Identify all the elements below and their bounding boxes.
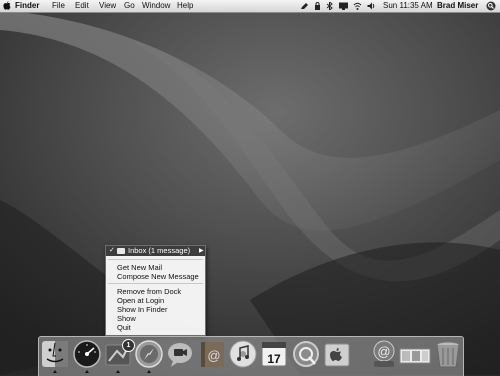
running-indicator <box>53 370 57 373</box>
quicktime-icon[interactable] <box>291 339 321 369</box>
running-indicator <box>116 370 120 373</box>
finder-app-menu[interactable]: Finder <box>15 0 39 12</box>
help-menu[interactable]: Help <box>177 0 193 12</box>
dock-context-menu: ✓ Inbox (1 message) ▶ Get New Mail Compo… <box>105 245 206 336</box>
documents-stack-icon[interactable] <box>398 339 432 369</box>
menu-item-show[interactable]: Show <box>117 314 136 323</box>
network-icon[interactable]: @ <box>369 339 399 369</box>
menu-item-inbox[interactable]: ✓ Inbox (1 message) ▶ <box>106 246 205 256</box>
running-indicator <box>147 370 151 373</box>
go-menu[interactable]: Go <box>124 0 135 12</box>
menu-separator <box>108 259 203 260</box>
menu-item-get-new-mail[interactable]: Get New Mail <box>117 263 162 272</box>
running-indicator <box>85 370 89 373</box>
view-menu[interactable]: View <box>99 0 116 12</box>
display-icon[interactable] <box>338 2 349 10</box>
menu-bar: Finder File Edit View Go Window Help Sun… <box>0 0 500 13</box>
address-book-icon[interactable]: @ <box>198 339 228 369</box>
spotlight-icon[interactable] <box>486 1 496 11</box>
airport-icon[interactable] <box>353 2 362 10</box>
ical-icon[interactable]: 17 <box>259 339 289 369</box>
svg-text:@: @ <box>377 344 390 359</box>
checkmark-icon: ✓ <box>109 247 115 254</box>
menu-clock[interactable]: Sun 11:35 AM <box>383 0 433 12</box>
menu-item-inbox-label: Inbox (1 message) <box>128 246 191 255</box>
edit-menu[interactable]: Edit <box>75 0 89 12</box>
apple-menu-icon[interactable] <box>3 1 11 10</box>
menu-separator <box>108 283 203 284</box>
system-preferences-icon[interactable] <box>322 339 352 369</box>
submenu-arrow-icon: ▶ <box>199 248 204 254</box>
trash-icon[interactable] <box>433 339 463 369</box>
menu-item-open-at-login[interactable]: Open at Login <box>117 296 164 305</box>
safari-icon[interactable] <box>134 339 164 369</box>
keychain-lock-icon[interactable] <box>313 2 322 10</box>
volume-icon[interactable] <box>367 2 376 10</box>
dashboard-icon[interactable] <box>72 339 102 369</box>
menu-item-remove-from-dock[interactable]: Remove from Dock <box>117 287 181 296</box>
menu-item-show-in-finder[interactable]: Show In Finder <box>117 305 167 314</box>
user-menu[interactable]: Brad Miser <box>437 0 478 12</box>
window-menu[interactable]: Window <box>142 0 170 12</box>
menu-item-quit[interactable]: Quit <box>117 323 131 332</box>
pen-icon[interactable] <box>300 2 309 10</box>
ichat-icon[interactable] <box>165 339 195 369</box>
finder-icon[interactable] <box>40 339 70 369</box>
folder-icon <box>117 248 125 254</box>
itunes-icon[interactable] <box>228 339 258 369</box>
bluetooth-icon[interactable] <box>325 2 334 10</box>
menu-item-compose-new-message[interactable]: Compose New Message <box>117 272 199 281</box>
file-menu[interactable]: File <box>52 0 65 12</box>
ical-date: 17 <box>267 352 281 366</box>
svg-text:@: @ <box>207 348 220 363</box>
desktop-wallpaper <box>0 0 500 375</box>
